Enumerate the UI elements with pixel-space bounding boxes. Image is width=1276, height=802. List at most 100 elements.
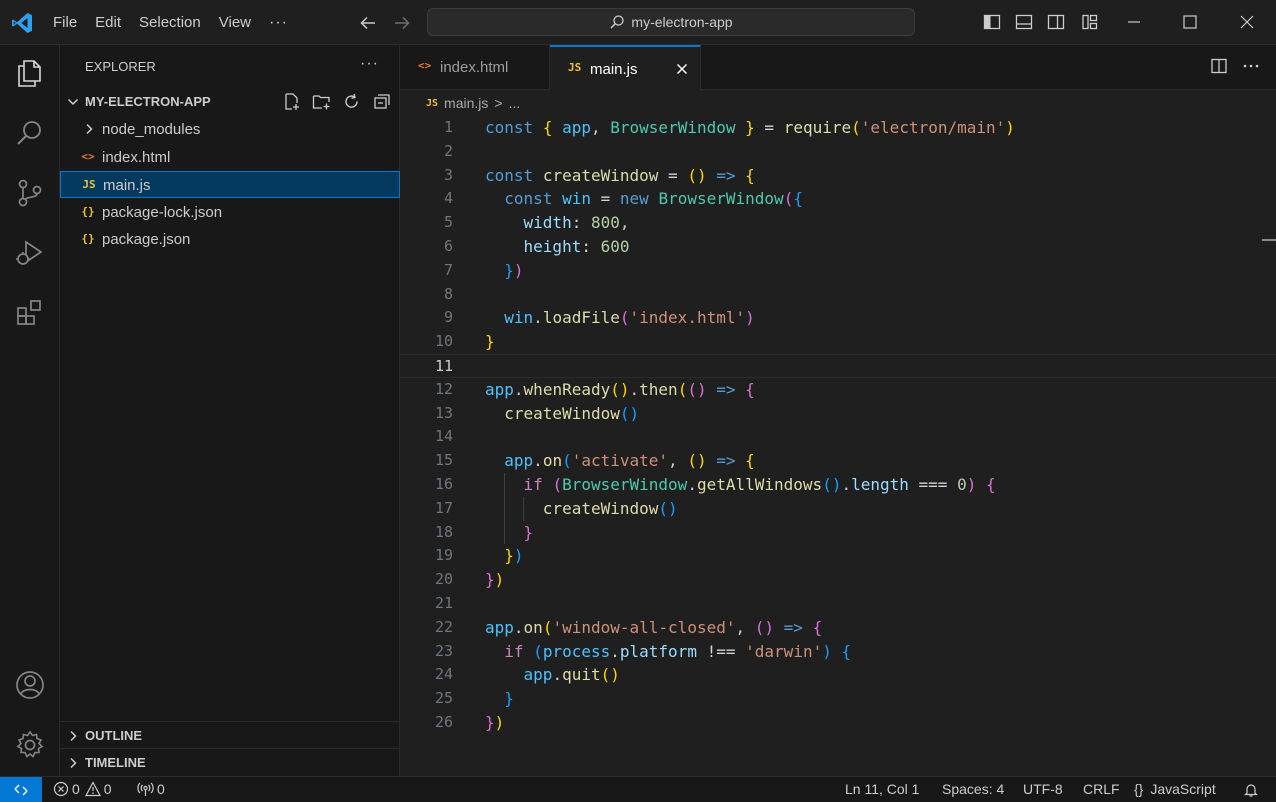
source-control-icon[interactable] — [14, 177, 46, 209]
notifications-bell-icon[interactable] — [1243, 782, 1259, 798]
line-content: } — [523, 522, 534, 542]
status-bar: 0 0 0 Ln 11, Col 1 Spaces: 4 UTF-8 CRLF … — [0, 776, 1276, 802]
menu-view[interactable]: View — [210, 8, 260, 38]
line-number: 23 — [434, 641, 453, 660]
toggle-panel-icon[interactable] — [1015, 13, 1033, 31]
explorer-more-actions-icon[interactable]: ··· — [360, 55, 379, 73]
command-center-search[interactable]: my-electron-app — [427, 8, 915, 36]
toggle-primary-sidebar-icon[interactable] — [983, 13, 1001, 31]
maximize-icon[interactable] — [1180, 12, 1200, 32]
breadcrumb-file[interactable]: main.js — [444, 95, 488, 111]
code-line: 2 — [400, 140, 1276, 164]
code-line: 7 }) — [400, 259, 1276, 283]
code-line: 6 height: 600 — [400, 235, 1276, 259]
line-number: 15 — [434, 451, 453, 470]
line-content: }) — [485, 570, 505, 590]
tree-item-package-json[interactable]: {} package.json — [60, 226, 400, 253]
run-and-debug-icon[interactable] — [14, 237, 46, 269]
cursor-position[interactable]: Ln 11, Col 1 — [845, 781, 919, 797]
close-window-icon[interactable] — [1237, 12, 1257, 32]
collapse-all-icon[interactable] — [372, 92, 391, 111]
line-content: width: 800, — [523, 213, 630, 233]
tree-item-label: main.js — [103, 177, 151, 194]
tab-label: main.js — [590, 61, 638, 78]
code-line: 1 const { app, BrowserWindow } = require(… — [400, 116, 1276, 140]
line-content: }) — [504, 260, 524, 280]
title-bar: File Edit Selection View ··· my-electron… — [0, 0, 1276, 45]
line-number: 26 — [434, 712, 453, 731]
breadcrumb: JS main.js > ... — [426, 95, 520, 111]
ports-indicator[interactable]: 0 — [137, 781, 165, 797]
line-number: 21 — [434, 593, 453, 612]
code-line: 22 app.on('window-all-closed', () => { — [400, 616, 1276, 640]
customize-layout-icon[interactable] — [1081, 13, 1099, 31]
code-line: 14 — [400, 425, 1276, 449]
menu-edit[interactable]: Edit — [86, 8, 130, 38]
json-file-icon: {} — [81, 232, 95, 245]
tab-index-html[interactable]: <> index.html — [400, 45, 550, 90]
split-editor-icon[interactable] — [1210, 57, 1228, 75]
timeline-section-header[interactable]: TIMELINE — [60, 748, 400, 775]
explorer-icon[interactable] — [14, 57, 46, 89]
line-number: 19 — [434, 546, 453, 565]
json-file-icon: {} — [81, 205, 95, 218]
new-file-icon[interactable] — [282, 92, 301, 111]
explorer-title: EXPLORER — [85, 59, 156, 74]
encoding-setting[interactable]: UTF-8 — [1023, 781, 1063, 797]
line-content: app.on('window-all-closed', () => { — [485, 617, 823, 637]
current-code-line: 11 — [400, 353, 1276, 378]
close-tab-icon[interactable] — [674, 61, 690, 77]
new-folder-icon[interactable] — [312, 92, 331, 111]
accounts-icon[interactable] — [14, 669, 46, 701]
chevron-right-icon — [86, 123, 93, 135]
javascript-file-icon: JS — [426, 97, 439, 109]
tree-item-package-lock-json[interactable]: {} package-lock.json — [60, 199, 400, 226]
breadcrumb-symbols[interactable]: ... — [509, 95, 521, 111]
remote-indicator[interactable] — [0, 777, 42, 802]
code-line: 20}) — [400, 568, 1276, 592]
go-back-icon[interactable] — [358, 13, 378, 33]
code-line: 23 if (process.platform !== 'darwin') { — [400, 640, 1276, 664]
settings-gear-icon[interactable] — [14, 729, 46, 761]
tree-item-node-modules[interactable]: node_modules — [60, 116, 400, 143]
line-number: 16 — [434, 474, 453, 493]
problems-indicator[interactable]: 0 0 — [53, 781, 112, 797]
indentation-setting[interactable]: Spaces: 4 — [942, 781, 1004, 797]
chevron-right-icon — [70, 757, 77, 769]
language-label: JavaScript — [1150, 781, 1216, 797]
search-icon — [610, 15, 625, 29]
line-number: 18 — [434, 522, 453, 541]
tree-item-index-html[interactable]: <> index.html — [60, 144, 400, 171]
tab-main-js[interactable]: JS main.js — [550, 45, 701, 91]
code-editor[interactable]: 1 const { app, BrowserWindow } = require(… — [400, 116, 1276, 735]
code-line: 15 app.on('activate', () => { — [400, 449, 1276, 473]
tree-item-main-js[interactable]: JS main.js — [60, 171, 400, 198]
line-number: 17 — [434, 498, 453, 517]
line-content: } — [504, 689, 514, 709]
line-content: if (BrowserWindow.getAllWindows().length… — [523, 474, 996, 494]
scrollbar-cursor-marker[interactable] — [1262, 239, 1276, 241]
more-actions-icon[interactable] — [1242, 57, 1260, 75]
editor-actions — [1210, 57, 1260, 75]
workspace-folder-header[interactable]: MY-ELECTRON-APP — [60, 90, 400, 114]
line-number: 8 — [443, 284, 453, 303]
go-forward-icon[interactable] — [392, 13, 412, 33]
line-content: createWindow() — [542, 498, 678, 518]
code-line: 25 } — [400, 687, 1276, 711]
refresh-icon[interactable] — [342, 92, 361, 111]
extensions-icon[interactable] — [14, 297, 46, 329]
language-braces-icon: {} — [1134, 781, 1144, 797]
menu-selection[interactable]: Selection — [130, 8, 210, 38]
toggle-secondary-sidebar-icon[interactable] — [1047, 13, 1065, 31]
menu-more-icon[interactable]: ··· — [260, 8, 297, 38]
language-mode[interactable]: {} JavaScript — [1134, 781, 1216, 797]
line-content: const createWindow = () => { — [485, 165, 755, 185]
eol-setting[interactable]: CRLF — [1083, 781, 1120, 797]
search-icon[interactable] — [14, 117, 46, 149]
outline-section-header[interactable]: OUTLINE — [60, 721, 400, 748]
menu-file[interactable]: File — [44, 8, 86, 38]
minimize-icon[interactable] — [1124, 12, 1144, 32]
code-line: 19 }) — [400, 544, 1276, 568]
line-number: 4 — [443, 189, 453, 208]
line-number: 2 — [443, 141, 453, 160]
